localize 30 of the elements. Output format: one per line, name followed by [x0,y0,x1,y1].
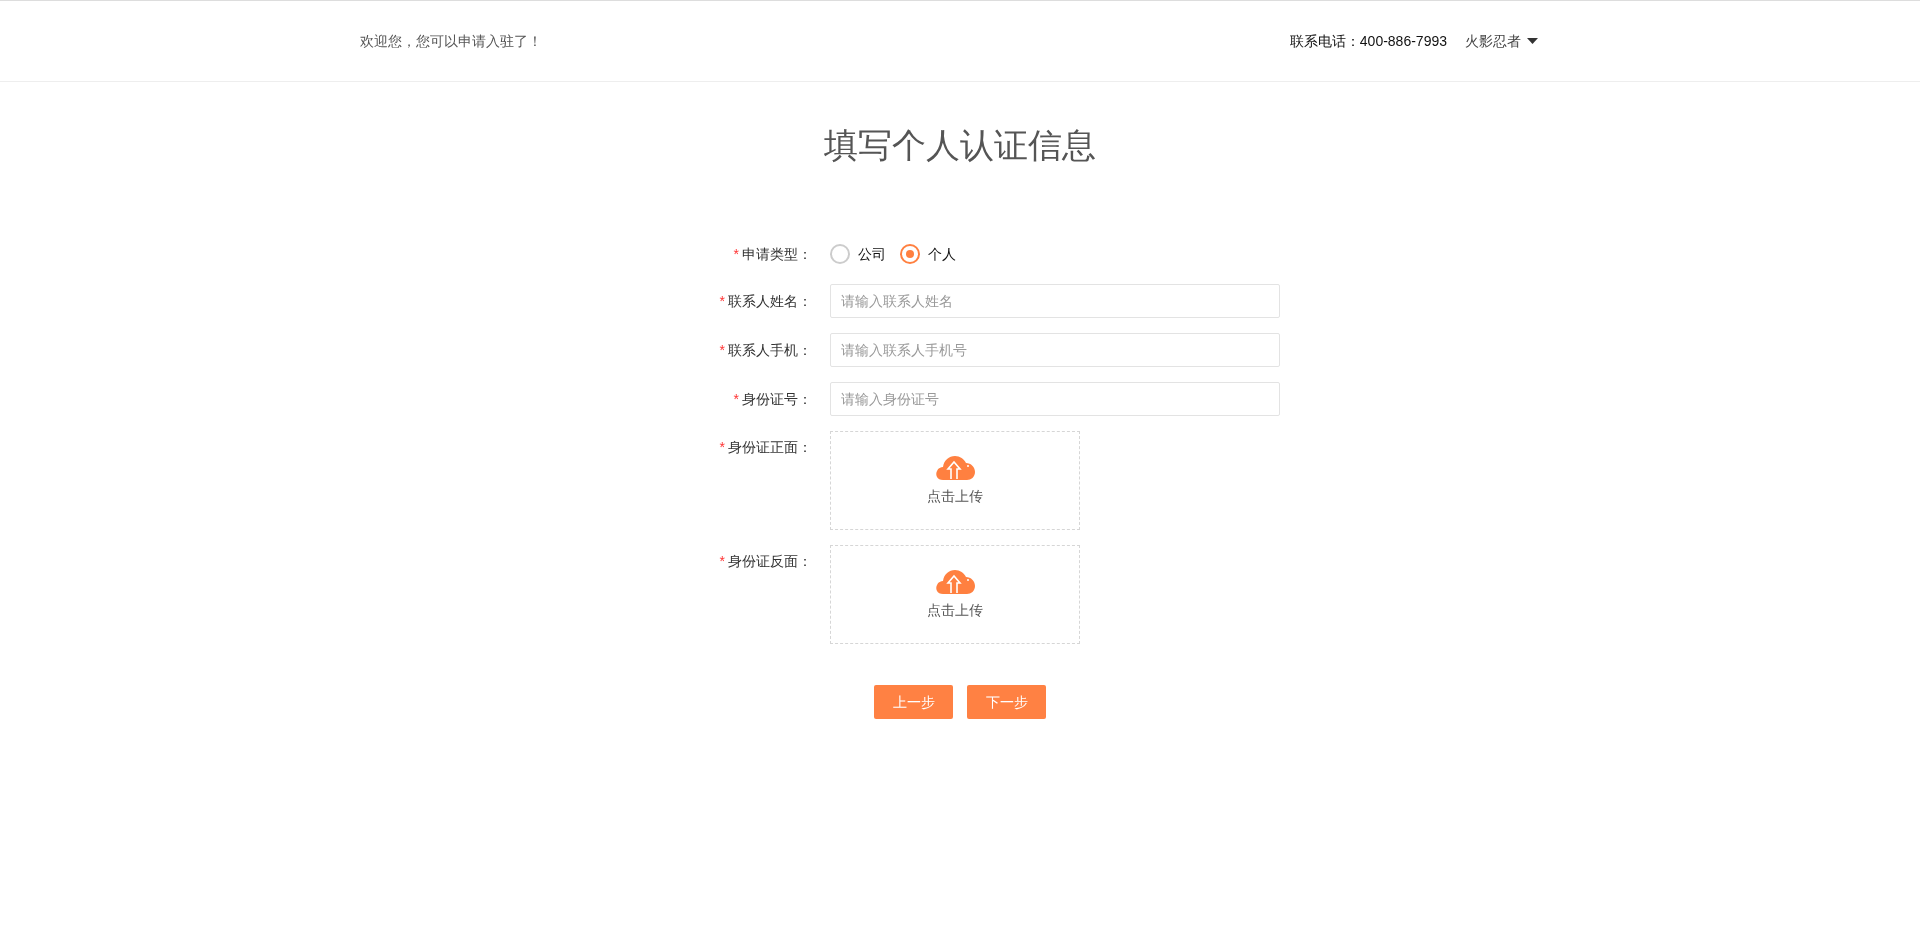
welcome-text: 欢迎您，您可以申请入驻了！ [360,31,542,51]
contact-phone: 联系电话：400-886-7993 [1289,31,1447,51]
field-label: 联系人姓名： [728,291,812,311]
field-label: 联系人手机： [728,340,812,360]
upload-hint: 点击上传 [927,601,983,620]
required-asterisk: * [719,552,725,571]
field-label: 身份证反面： [728,552,812,571]
upload-area[interactable]: 点击上传 [830,545,1080,644]
field-label: 身份证正面： [728,438,812,457]
radio-label: 个人 [928,244,956,264]
field-label: 申请类型： [742,244,812,264]
required-asterisk: * [719,291,725,311]
required-asterisk: * [719,340,725,360]
text-input-field[interactable]: 请输入联系人姓名 [830,284,1280,318]
page-title: 填写个人认证信息 [823,125,1097,166]
upload-area[interactable]: 点击上传 [830,431,1080,530]
radio-button[interactable] [900,244,920,264]
required-asterisk: * [733,244,739,264]
radio-label: 公司 [858,244,886,264]
required-asterisk: * [719,438,725,457]
text-input-field[interactable]: 请输入联系人手机号 [830,333,1280,367]
radio-button[interactable] [830,244,850,264]
user-menu[interactable]: 火影忍者 [1465,30,1538,52]
cloud-upload-icon [935,454,975,480]
field-label: 身份证号： [742,389,812,409]
cloud-upload-icon [935,568,975,594]
required-asterisk: * [733,389,739,409]
caret-icon [1527,38,1538,44]
text-input-field[interactable]: 请输入身份证号 [830,382,1280,416]
upload-hint: 点击上传 [927,487,983,506]
